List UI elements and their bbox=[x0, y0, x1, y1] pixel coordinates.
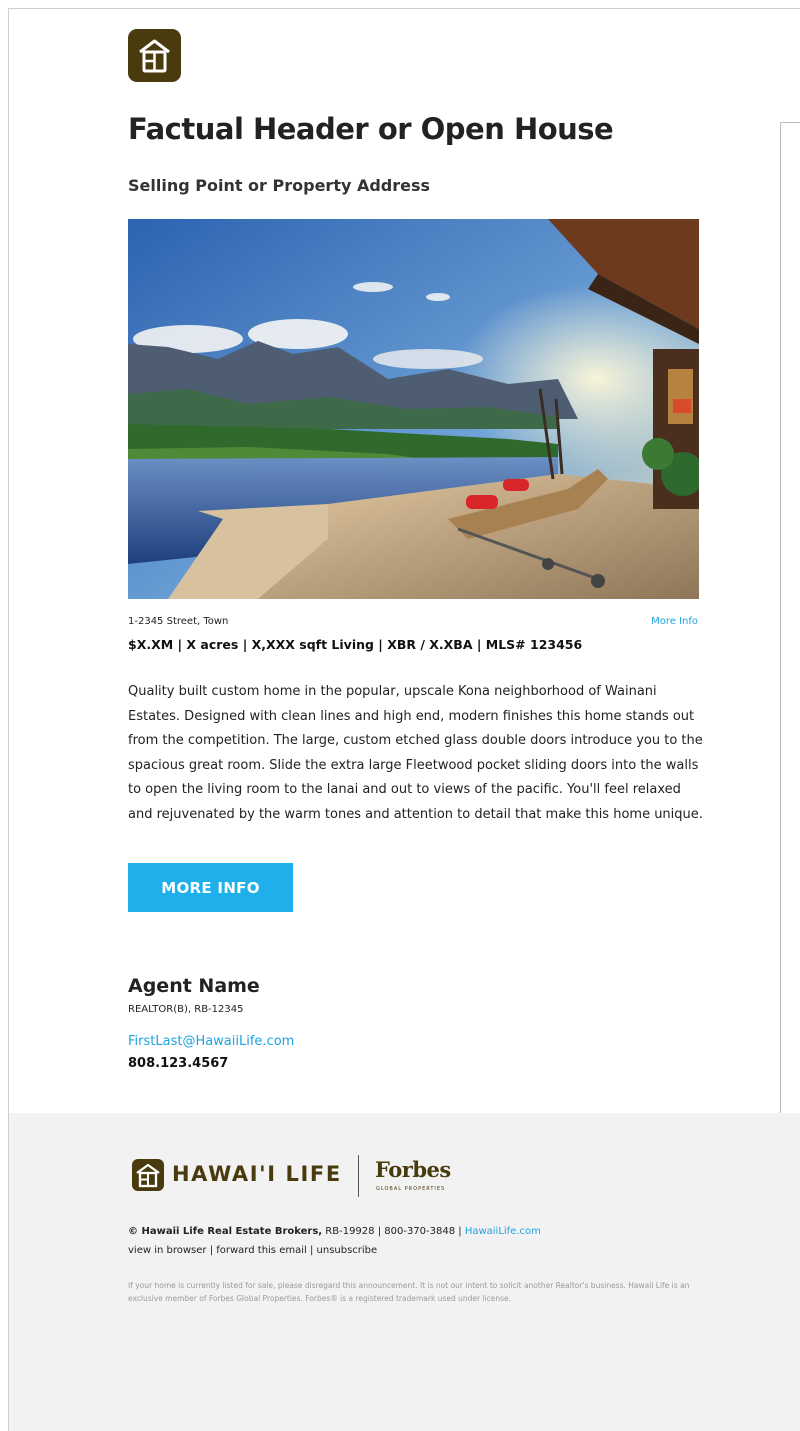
hawaii-life-logo-icon bbox=[128, 29, 181, 82]
separator: | bbox=[306, 1245, 317, 1256]
agent-credentials: REALTOR(B), RB-12345 bbox=[128, 1004, 244, 1015]
forbes-subtitle: GLOBAL PROPERTIES bbox=[376, 1186, 446, 1192]
more-info-link[interactable]: More Info bbox=[651, 616, 698, 627]
footer-disclaimer: If your home is currently listed for sal… bbox=[128, 1281, 690, 1303]
side-panel bbox=[780, 122, 800, 1240]
listing-specs: $X.XM | X acres | X,XXX sqft Living | XB… bbox=[128, 637, 583, 652]
property-hero-image bbox=[128, 219, 699, 599]
agent-name: Agent Name bbox=[128, 975, 260, 997]
forbes-wordmark: Forbes bbox=[375, 1157, 451, 1182]
listing-address: 1-2345 Street, Town bbox=[128, 616, 229, 627]
license-phone: RB-19928 | 800-370-3848 | bbox=[322, 1226, 465, 1237]
more-info-button[interactable]: MORE INFO bbox=[128, 863, 293, 912]
hawaii-life-wordmark: HAWAI'I LIFE bbox=[172, 1162, 342, 1186]
footer-copyright: © Hawaii Life Real Estate Brokers, RB-19… bbox=[128, 1226, 541, 1237]
hawaii-life-footer-icon bbox=[132, 1159, 164, 1195]
forward-email-link[interactable]: forward this email bbox=[216, 1245, 307, 1256]
agent-phone: 808.123.4567 bbox=[128, 1056, 229, 1071]
agent-email-link[interactable]: FirstLast@HawaiiLife.com bbox=[128, 1034, 294, 1049]
email-footer: HAWAI'I LIFE Forbes GLOBAL PROPERTIES © … bbox=[9, 1113, 800, 1431]
unsubscribe-link[interactable]: unsubscribe bbox=[317, 1245, 378, 1256]
website-link[interactable]: HawaiiLife.com bbox=[465, 1226, 541, 1237]
page-subtitle: Selling Point or Property Address bbox=[128, 176, 431, 195]
footer-links: view in browser | forward this email | u… bbox=[128, 1245, 377, 1256]
listing-description: Quality built custom home in the popular… bbox=[128, 684, 703, 822]
view-in-browser-link[interactable]: view in browser bbox=[128, 1245, 207, 1256]
page-title: Factual Header or Open House bbox=[128, 112, 614, 146]
separator: | bbox=[206, 1245, 217, 1256]
company-name: © Hawaii Life Real Estate Brokers, bbox=[128, 1226, 323, 1237]
logo-divider bbox=[358, 1155, 359, 1197]
